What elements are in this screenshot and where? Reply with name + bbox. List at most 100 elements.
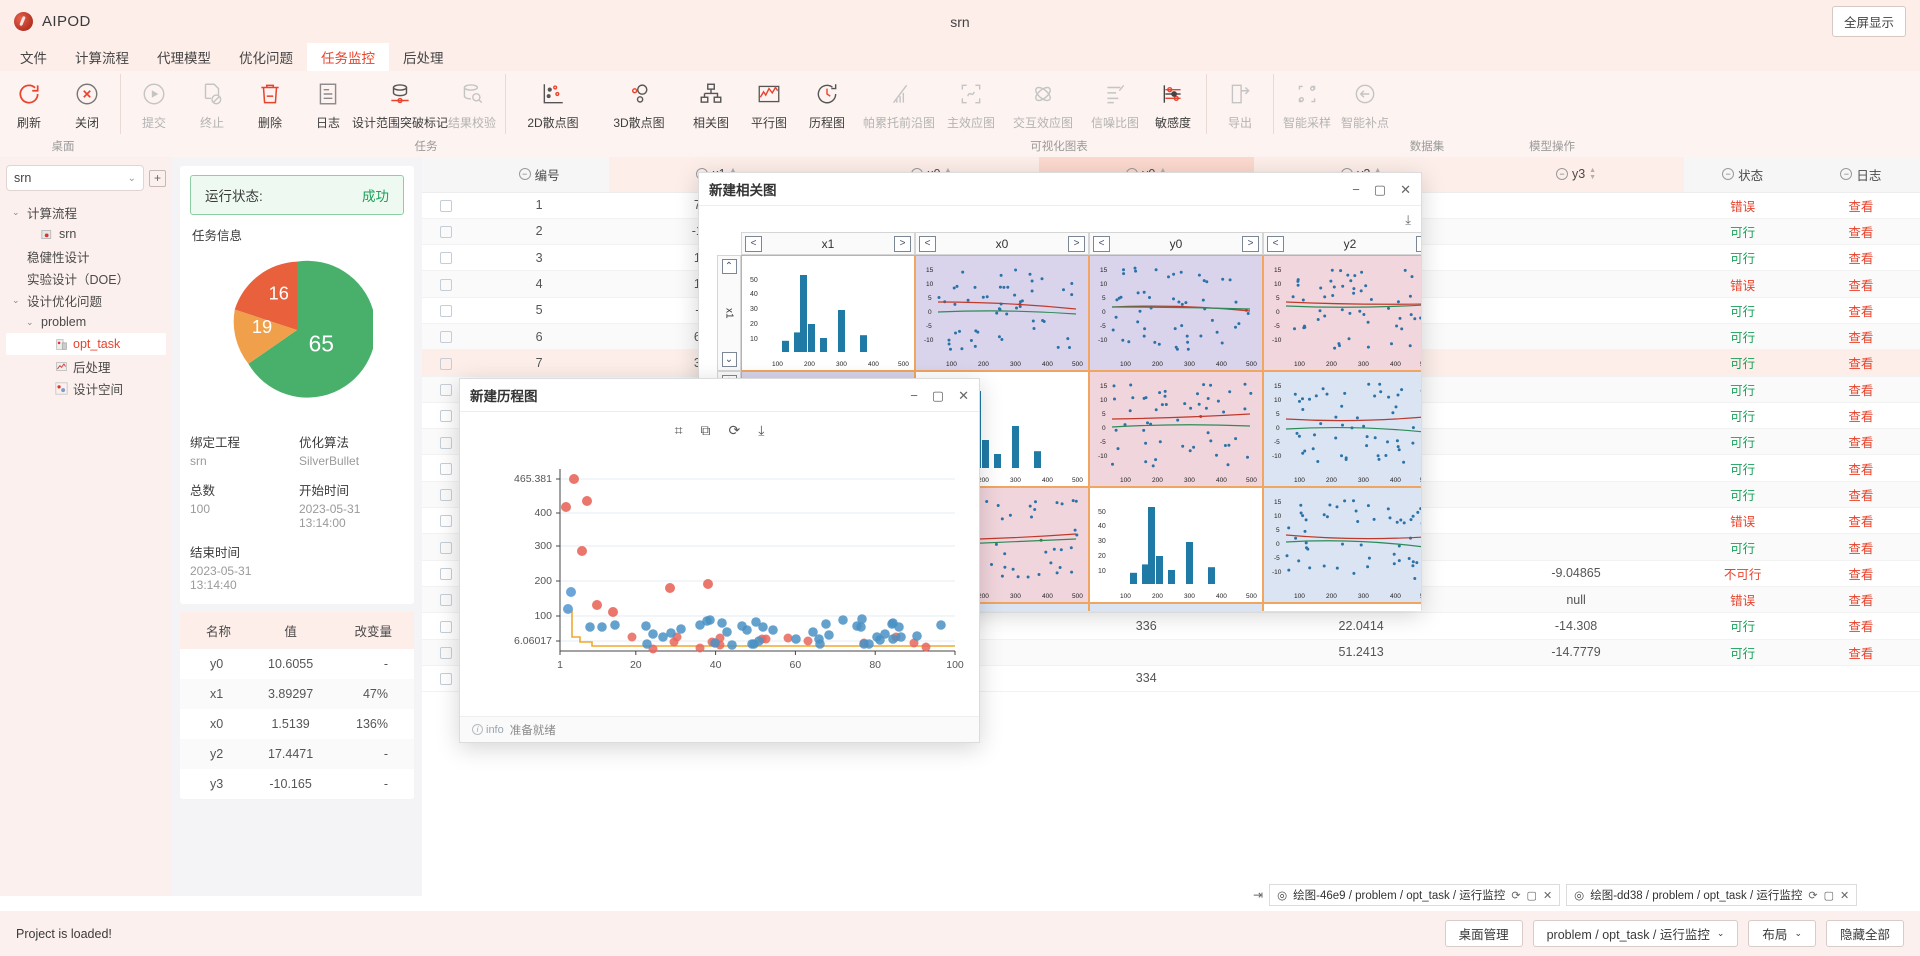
menu-item-1[interactable]: 计算流程 xyxy=(61,43,143,71)
row-checkbox[interactable] xyxy=(440,463,452,475)
layout-button[interactable]: 布局 ⌄ xyxy=(1748,920,1816,947)
tree-node-设计空间[interactable]: 设计空间 xyxy=(6,377,166,399)
corr-cell-y0-y0[interactable]: 5040302010100200300400500 xyxy=(1089,487,1263,603)
ribbon-button-智能采样[interactable]: 智能采样 xyxy=(1278,73,1336,131)
row-checkbox[interactable] xyxy=(440,305,452,317)
view-log-link[interactable]: 查看 xyxy=(1848,279,1873,293)
corr-cell-x0-y0[interactable]: 151050-5-10100200300400500 xyxy=(1089,371,1263,487)
minimize-icon[interactable]: − xyxy=(1352,183,1360,196)
project-select[interactable]: srn ⌄ xyxy=(6,165,144,191)
next-variable-button[interactable]: > xyxy=(1242,236,1259,252)
view-log-link[interactable]: 查看 xyxy=(1848,568,1873,582)
ribbon-button-平行图[interactable]: 平行图 xyxy=(740,73,798,131)
ribbon-button-刷新[interactable]: 刷新 xyxy=(0,73,58,131)
view-log-link[interactable]: 查看 xyxy=(1848,620,1873,634)
desktop-manager-button[interactable]: 桌面管理 xyxy=(1445,920,1523,947)
row-checkbox[interactable] xyxy=(440,331,452,343)
corr-cell-y2-y2[interactable]: 5040302010100200300400500 xyxy=(1263,603,1421,611)
corr-cell-x1-x0[interactable]: 151050-5-10100200300400500 xyxy=(915,255,1089,371)
tree-node-计算流程[interactable]: ⌄计算流程 xyxy=(6,201,166,223)
ribbon-button-敏感度[interactable]: 敏感度 xyxy=(1144,73,1202,131)
ribbon-button-3D散点图[interactable]: 3D散点图 xyxy=(596,73,682,131)
row-checkbox[interactable] xyxy=(440,542,452,554)
menu-item-4[interactable]: 任务监控 xyxy=(307,43,389,71)
taskbar-chip[interactable]: ◎ 绘图-dd38 / problem / opt_task / 运行监控 ⟳ … xyxy=(1566,884,1857,906)
tree-node-实验设计（DOE）[interactable]: 实验设计（DOE） xyxy=(6,267,166,289)
menu-item-2[interactable]: 代理模型 xyxy=(143,43,225,71)
row-checkbox[interactable] xyxy=(440,568,452,580)
corr-cell-y2-y0[interactable]: 151050-5-10100200300400500 xyxy=(1089,603,1263,611)
tree-node-opt_task[interactable]: opt_task xyxy=(6,333,166,355)
row-checkbox[interactable] xyxy=(440,621,452,633)
ribbon-button-2D散点图[interactable]: 2D散点图 xyxy=(510,73,596,131)
close-icon[interactable]: ✕ xyxy=(1840,889,1849,902)
view-log-link[interactable]: 查看 xyxy=(1848,542,1873,556)
row-checkbox[interactable] xyxy=(440,515,452,527)
view-log-link[interactable]: 查看 xyxy=(1848,200,1873,214)
ribbon-button-关闭[interactable]: 关闭 xyxy=(58,73,116,131)
ribbon-button-提交[interactable]: 提交 xyxy=(125,73,183,131)
corr-cell-y0-y2[interactable]: 151050-5-10100200300400500 xyxy=(1263,487,1421,603)
breadcrumb-button[interactable]: problem / opt_task / 运行监控 ⌄ xyxy=(1533,920,1739,947)
view-log-link[interactable]: 查看 xyxy=(1848,436,1873,450)
ribbon-button-终止[interactable]: 终止 xyxy=(183,73,241,131)
corr-cell-x1-x1[interactable]: 5040302010100200300400500 xyxy=(741,255,915,371)
ribbon-button-历程图[interactable]: 历程图 xyxy=(798,73,856,131)
row-checkbox[interactable] xyxy=(440,200,452,212)
row-checkbox[interactable] xyxy=(440,226,452,238)
column-header-状态[interactable]: −状态 xyxy=(1684,157,1802,192)
restore-icon[interactable]: ▢ xyxy=(1527,889,1537,902)
ribbon-button-信噪比图[interactable]: 信噪比图 xyxy=(1086,73,1144,131)
sort-icon[interactable]: ▲▼ xyxy=(1589,168,1596,181)
row-checkbox[interactable] xyxy=(440,252,452,264)
minus-circle-icon[interactable]: − xyxy=(519,168,531,180)
view-log-link[interactable]: 查看 xyxy=(1848,305,1873,319)
restore-icon[interactable]: ▢ xyxy=(1824,889,1834,902)
view-log-link[interactable]: 查看 xyxy=(1848,515,1873,529)
view-log-link[interactable]: 查看 xyxy=(1848,647,1873,661)
close-icon[interactable]: ✕ xyxy=(1400,183,1411,196)
row-checkbox[interactable] xyxy=(440,279,452,291)
copy-icon[interactable]: ⧉ xyxy=(700,422,710,439)
chevron-down-icon[interactable]: ⌄ xyxy=(12,295,22,306)
prev-variable-button[interactable]: < xyxy=(919,236,936,252)
row-checkbox[interactable] xyxy=(440,384,452,396)
minus-circle-icon[interactable]: − xyxy=(1722,168,1734,180)
tree-node-设计优化问题[interactable]: ⌄设计优化问题 xyxy=(6,289,166,311)
crop-icon[interactable]: ⌗ xyxy=(675,422,683,439)
menu-item-0[interactable]: 文件 xyxy=(6,43,61,71)
add-project-button[interactable]: + xyxy=(149,170,166,187)
column-header-日志[interactable]: −日志 xyxy=(1802,157,1920,192)
row-checkbox[interactable] xyxy=(440,410,452,422)
prev-variable-button[interactable]: ⌃ xyxy=(722,259,737,274)
minimize-icon[interactable]: − xyxy=(910,389,918,402)
taskbar-chip[interactable]: ◎ 绘图-46e9 / problem / opt_task / 运行监控 ⟳ … xyxy=(1269,884,1560,906)
corr-cell-x1-y0[interactable]: 151050-5-10100200300400500 xyxy=(1089,255,1263,371)
refresh-icon[interactable]: ⟳ xyxy=(1511,889,1520,902)
ribbon-button-主效应图[interactable]: 主效应图 xyxy=(942,73,1000,131)
tree-node-后处理[interactable]: 后处理 xyxy=(6,355,166,377)
menu-item-3[interactable]: 优化问题 xyxy=(225,43,307,71)
hide-all-button[interactable]: 隐藏全部 xyxy=(1826,920,1904,947)
view-log-link[interactable]: 查看 xyxy=(1848,331,1873,345)
view-log-link[interactable]: 查看 xyxy=(1848,489,1873,503)
view-log-link[interactable]: 查看 xyxy=(1848,463,1873,477)
row-checkbox[interactable] xyxy=(440,489,452,501)
next-variable-button[interactable]: > xyxy=(894,236,911,252)
tree-node-稳健性设计[interactable]: 稳健性设计 xyxy=(6,245,166,267)
ribbon-button-删除[interactable]: 删除 xyxy=(241,73,299,131)
collapse-icon[interactable]: ⇥ xyxy=(1253,888,1263,902)
ribbon-button-交互效应图[interactable]: 交互效应图 xyxy=(1000,73,1086,131)
next-variable-button[interactable]: ⌄ xyxy=(722,352,737,367)
corr-cell-x1-y2[interactable]: 151050-5-10100200300400500 xyxy=(1263,255,1421,371)
tree-node-srn[interactable]: srn xyxy=(6,223,166,245)
chevron-down-icon[interactable]: ⌄ xyxy=(12,207,22,218)
next-variable-button[interactable]: > xyxy=(1416,236,1421,252)
view-log-link[interactable]: 查看 xyxy=(1848,252,1873,266)
close-icon[interactable]: ✕ xyxy=(1543,889,1552,902)
tree-node-problem[interactable]: ⌄problem xyxy=(6,311,166,333)
ribbon-button-设计范围突破标记[interactable]: 设计范围突破标记 xyxy=(357,73,443,131)
ribbon-button-导出[interactable]: 导出 xyxy=(1211,73,1269,131)
row-checkbox[interactable] xyxy=(440,437,452,449)
view-log-link[interactable]: 查看 xyxy=(1848,357,1873,371)
